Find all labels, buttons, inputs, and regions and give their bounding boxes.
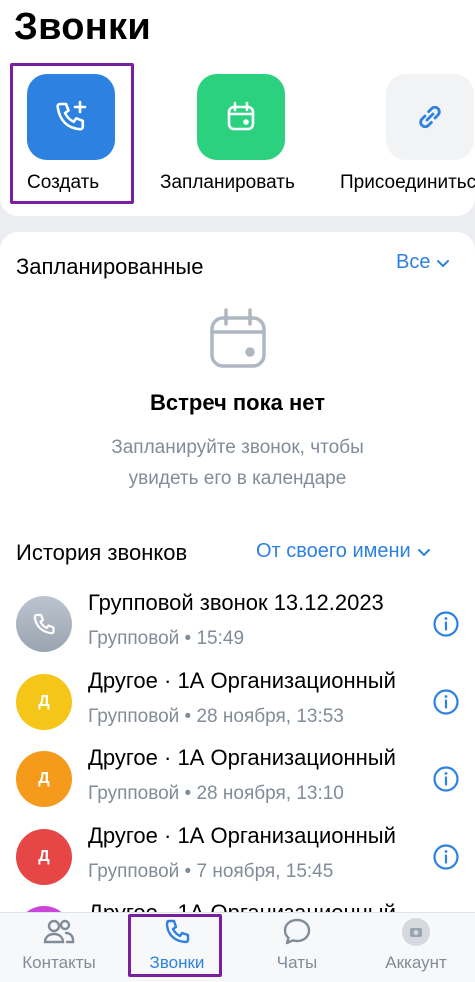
call-title: Другое · 1А Организационный <box>88 668 396 693</box>
empty-title: Встреч пока нет <box>149 390 325 415</box>
empty-subtitle: Запланируйте звонок, чтобы увидеть его в… <box>60 432 415 494</box>
chevron-down-icon <box>437 259 450 267</box>
group-call-avatar <box>16 596 72 652</box>
join-call-button[interactable]: Присоединиться <box>340 74 475 204</box>
scheduled-section-title: Запланированные <box>16 254 204 279</box>
empty-subtitle-line-2: увидеть его в календаре <box>128 468 347 489</box>
tab-label: Чаты <box>276 953 318 972</box>
calendar-icon <box>197 74 285 160</box>
call-history-item[interactable]: Д Другое · 1А Организационный Групповой … <box>0 668 475 744</box>
tab-label: Контакты <box>22 953 96 972</box>
call-history-item[interactable]: Д Другое · 1А Организационный Групповой … <box>0 823 475 899</box>
info-icon[interactable] <box>432 610 460 638</box>
tab-account[interactable]: Аккаунт <box>357 913 475 982</box>
info-icon[interactable] <box>432 765 460 793</box>
contacts-icon <box>42 915 76 949</box>
bottom-tab-bar: Контакты Звонки Чаты Аккаунт <box>0 912 475 982</box>
history-filter-dropdown[interactable]: От своего имени <box>256 540 431 563</box>
call-title: Другое · 1А Организационный <box>88 745 396 770</box>
link-icon <box>386 74 474 160</box>
schedule-call-label: Запланировать <box>160 172 295 193</box>
phone-icon <box>33 613 55 635</box>
call-subtitle: Групповой • 15:49 <box>88 628 245 649</box>
call-subtitle: Групповой • 28 ноября, 13:10 <box>88 783 344 804</box>
chat-bubble-icon <box>280 915 314 949</box>
scheduled-filter-dropdown[interactable]: Все <box>396 251 450 274</box>
tab-contacts[interactable]: Контакты <box>0 913 118 982</box>
call-subtitle: Групповой • 7 ноября, 15:45 <box>88 861 334 882</box>
avatar-icon <box>399 915 433 949</box>
empty-subtitle-line-1: Запланируйте звонок, чтобы <box>111 437 364 458</box>
scheduled-filter-label: Все <box>396 251 431 273</box>
avatar: Д <box>16 751 72 807</box>
calendar-empty-icon <box>206 306 270 372</box>
call-subtitle: Групповой • 28 ноября, 13:53 <box>88 706 344 727</box>
avatar: Д <box>16 829 72 885</box>
call-history-item[interactable]: Групповой звонок 13.12.2023 Групповой • … <box>0 590 475 666</box>
avatar: Д <box>16 674 72 730</box>
call-title: Другое · 1А Организационный <box>88 823 396 848</box>
main-card: Запланированные Все Встреч пока нет Запл… <box>0 232 475 932</box>
page-title: Звонки <box>14 6 152 48</box>
call-history-item[interactable]: Д Другое · 1А Организационный Групповой … <box>0 745 475 821</box>
tab-label: Аккаунт <box>385 953 447 972</box>
join-call-label: Присоединиться <box>340 172 475 193</box>
selection-highlight <box>128 914 222 977</box>
schedule-call-button[interactable]: Запланировать <box>160 74 310 204</box>
chevron-down-icon <box>417 548 430 556</box>
history-section-title: История звонков <box>16 540 188 565</box>
selection-highlight <box>10 63 134 204</box>
history-filter-label: От своего имени <box>256 540 411 562</box>
info-icon[interactable] <box>432 688 460 716</box>
tab-chats[interactable]: Чаты <box>238 913 356 982</box>
call-title: Групповой звонок 13.12.2023 <box>88 590 384 615</box>
info-icon[interactable] <box>432 843 460 871</box>
